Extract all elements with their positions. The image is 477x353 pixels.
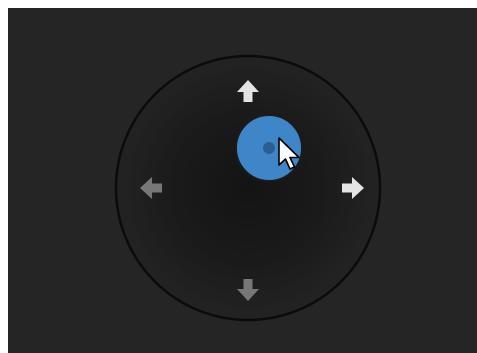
joystick-panel: [8, 8, 477, 353]
joystick-control[interactable]: [8, 8, 477, 353]
joystick-knob[interactable]: [235, 114, 303, 182]
knob-center-dot: [263, 142, 275, 154]
